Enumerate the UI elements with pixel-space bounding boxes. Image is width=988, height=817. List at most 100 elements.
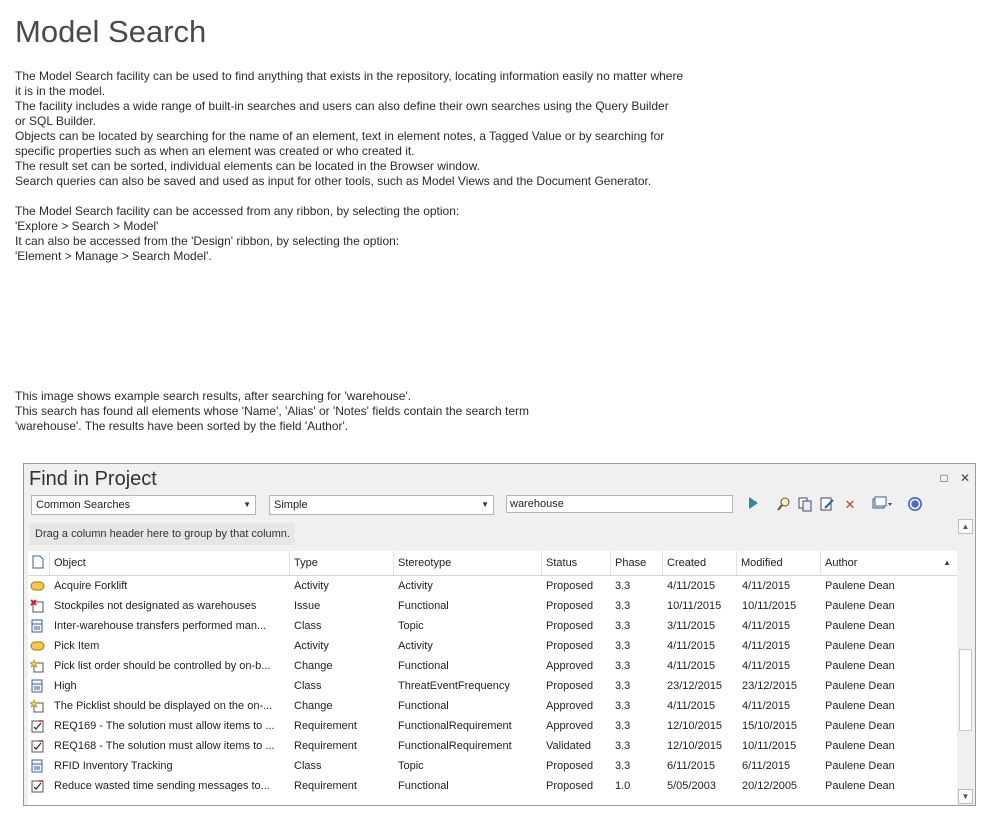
column-header-status[interactable]: Status	[542, 551, 611, 575]
cell-created: 6/11/2015	[667, 760, 716, 772]
sort-ascending-icon: ▲	[943, 558, 951, 567]
search-category-select[interactable]: Common Searches ▼	[31, 495, 256, 515]
type-icon-column-header[interactable]	[28, 551, 50, 575]
cell-phase: 3.3	[615, 620, 631, 632]
intro-line: The Model Search facility can be used to…	[15, 69, 684, 83]
copy-icon[interactable]	[796, 496, 814, 514]
caption-line: 'warehouse'. The results have been sorte…	[15, 419, 349, 433]
table-row[interactable]: REQ169 - The solution must allow items t…	[28, 716, 957, 736]
cell-phase: 3.3	[615, 640, 631, 652]
table-row[interactable]: Acquire Forklift Activity Activity Proposed…	[28, 576, 957, 596]
help-icon[interactable]	[906, 496, 924, 514]
search-builder-icon[interactable]	[775, 496, 793, 514]
column-header-modified[interactable]: Modified	[737, 551, 821, 575]
activity-icon	[30, 579, 45, 593]
search-type-value: Simple	[274, 499, 308, 511]
table-row[interactable]: Reduce wasted time sending messages to..…	[28, 776, 957, 796]
cell-stereotype: Functional	[398, 780, 449, 792]
caption-line: This image shows example search results,…	[15, 389, 412, 403]
class-icon	[30, 619, 45, 633]
cell-object: Pick Item	[54, 640, 100, 652]
cell-created: 4/11/2015	[667, 660, 716, 672]
cell-modified: 4/11/2015	[742, 620, 791, 632]
output-options-icon[interactable]	[872, 496, 892, 514]
cell-phase: 1.0	[615, 780, 631, 792]
cell-author: Paulene Dean	[825, 620, 895, 632]
search-input[interactable]: warehouse	[506, 495, 733, 513]
table-row[interactable]: Pick list order should be controlled by …	[28, 656, 957, 676]
cell-stereotype: ThreatEventFrequency	[398, 680, 510, 692]
find-in-project-panel: Find in Project □ ✕ Common Searches ▼ Si…	[23, 463, 976, 806]
column-header-stereotype[interactable]: Stereotype	[394, 551, 542, 575]
table-row[interactable]: The Picklist should be displayed on the …	[28, 696, 957, 716]
cell-status: Proposed	[546, 760, 594, 772]
column-header-created[interactable]: Created	[663, 551, 737, 575]
access-paragraph: The Model Search facility can be accesse…	[15, 204, 715, 264]
edit-icon[interactable]	[818, 496, 836, 514]
page-title: Model Search	[15, 14, 207, 49]
cell-created: 4/11/2015	[667, 640, 716, 652]
cell-type: Change	[294, 660, 333, 672]
intro-line: The facility includes a wide range of bu…	[15, 99, 669, 113]
table-row[interactable]: RFID Inventory Tracking Class Topic Propose…	[28, 756, 957, 776]
cell-modified: 4/11/2015	[742, 660, 791, 672]
cell-phase: 3.3	[615, 740, 631, 752]
cell-object: The Picklist should be displayed on the …	[54, 700, 273, 712]
delete-icon[interactable]: ✕	[841, 496, 859, 514]
image-caption: This image shows example search results,…	[15, 389, 715, 434]
cell-phase: 3.3	[615, 760, 631, 772]
activity-icon	[30, 639, 45, 653]
scroll-thumb[interactable]	[959, 649, 972, 731]
cell-modified: 10/11/2015	[742, 600, 797, 612]
table-row[interactable]: Inter-warehouse transfers performed man.…	[28, 616, 957, 636]
column-header-object[interactable]: Object	[50, 551, 290, 575]
cell-object: Stockpiles not designated as warehouses	[54, 600, 257, 612]
intro-line: specific properties such as when an elem…	[15, 144, 415, 158]
cell-object: RFID Inventory Tracking	[54, 760, 173, 772]
scroll-up-icon[interactable]: ▲	[958, 519, 973, 534]
column-header-type[interactable]: Type	[290, 551, 394, 575]
cell-status: Proposed	[546, 620, 594, 632]
table-row[interactable]: Pick Item Activity Activity Proposed 3.3 4/11…	[28, 636, 957, 656]
requirement-icon	[30, 719, 45, 733]
maximize-icon[interactable]: □	[938, 472, 950, 484]
vertical-scrollbar[interactable]: ▲ ▼	[957, 519, 974, 805]
cell-modified: 6/11/2015	[742, 760, 791, 772]
cell-created: 12/10/2015	[667, 740, 723, 752]
cell-type: Issue	[294, 600, 321, 612]
cell-stereotype: Topic	[398, 620, 424, 632]
search-type-select[interactable]: Simple ▼	[269, 495, 494, 515]
cell-phase: 3.3	[615, 660, 631, 672]
issue-icon	[30, 599, 45, 613]
cell-author: Paulene Dean	[825, 640, 895, 652]
cell-type: Requirement	[294, 720, 357, 732]
access-line: 'Explore > Search > Model'	[15, 219, 159, 233]
cell-object: Inter-warehouse transfers performed man.…	[54, 620, 267, 632]
cell-type: Class	[294, 620, 322, 632]
cell-created: 10/11/2015	[667, 600, 722, 612]
cell-author: Paulene Dean	[825, 580, 895, 592]
cell-author: Paulene Dean	[825, 660, 895, 672]
cell-stereotype: Functional	[398, 600, 449, 612]
cell-object: Pick list order should be controlled by …	[54, 660, 271, 672]
column-header-phase[interactable]: Phase	[611, 551, 663, 575]
cell-created: 4/11/2015	[667, 700, 716, 712]
chevron-down-icon: ▼	[481, 500, 489, 509]
cell-type: Change	[294, 700, 333, 712]
table-row[interactable]: High Class ThreatEventFrequency Proposed 3.3…	[28, 676, 957, 696]
run-search-icon[interactable]	[744, 496, 762, 514]
cell-created: 23/12/2015	[667, 680, 723, 692]
close-icon[interactable]: ✕	[959, 472, 971, 484]
cell-phase: 3.3	[615, 700, 631, 712]
cell-modified: 4/11/2015	[742, 580, 791, 592]
cell-stereotype: Activity	[398, 580, 433, 592]
cell-stereotype: Topic	[398, 760, 424, 772]
panel-title: Find in Project	[29, 468, 157, 490]
cell-type: Requirement	[294, 780, 357, 792]
scroll-down-icon[interactable]: ▼	[958, 789, 973, 804]
table-row[interactable]: Stockpiles not designated as warehouses I…	[28, 596, 957, 616]
cell-phase: 3.3	[615, 600, 631, 612]
cell-created: 3/11/2015	[667, 620, 716, 632]
column-header-author[interactable]: Author ▲	[821, 551, 957, 575]
table-row[interactable]: REQ168 - The solution must allow items t…	[28, 736, 957, 756]
